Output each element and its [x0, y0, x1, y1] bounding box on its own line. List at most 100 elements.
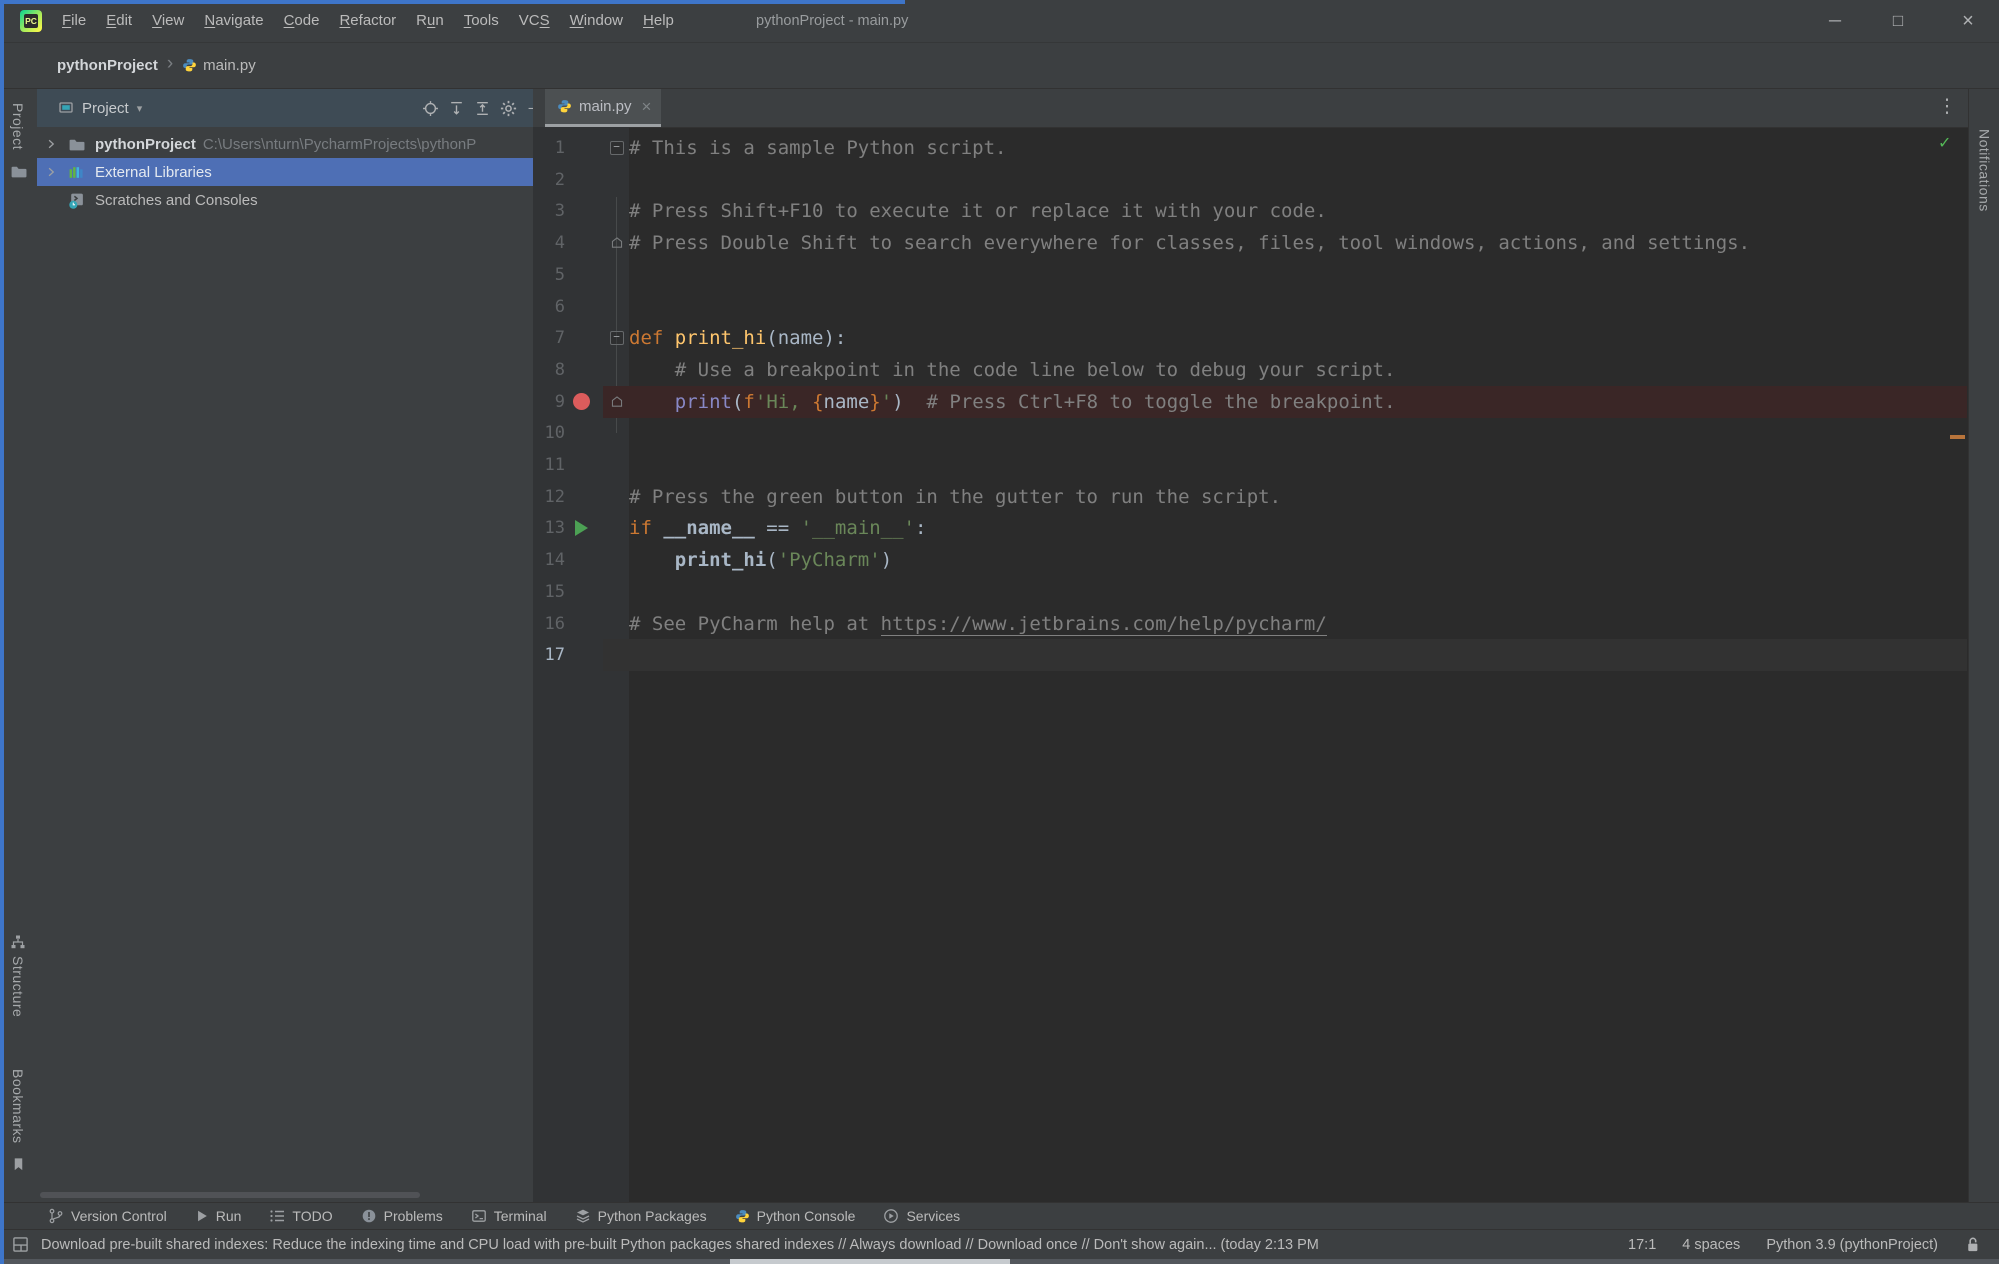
- python-file-icon: [182, 58, 197, 73]
- chevron-right-icon[interactable]: [45, 166, 59, 178]
- libraries-icon: [68, 164, 86, 181]
- code-line-17[interactable]: 17: [533, 639, 1967, 671]
- toolbar-item-label: Problems: [384, 1208, 443, 1224]
- code-line-5[interactable]: 5: [533, 259, 1967, 291]
- project-tree: pythonProjectC:\Users\nturn\PycharmProje…: [37, 130, 533, 214]
- breadcrumb-file[interactable]: main.py: [182, 57, 256, 74]
- line-number: 7: [533, 322, 565, 354]
- tool-stripe-bookmarks[interactable]: Bookmarks: [0, 1069, 36, 1172]
- code-text: # Press Shift+F10 to execute it or repla…: [629, 195, 1327, 227]
- menu-window[interactable]: Window: [560, 0, 633, 42]
- menu-help[interactable]: Help: [633, 0, 684, 42]
- code-line-8[interactable]: 8 # Use a breakpoint in the code line be…: [533, 354, 1967, 386]
- toolbar-services[interactable]: Services: [883, 1208, 960, 1224]
- tab-close-icon[interactable]: ×: [642, 97, 652, 117]
- code-text: # This is a sample Python script.: [629, 132, 1007, 164]
- fold-collapse-icon[interactable]: −: [608, 132, 625, 164]
- scrollbar-breakpoint-mark[interactable]: [1950, 435, 1965, 439]
- line-number: 6: [533, 291, 565, 323]
- code-text: # Press the green button in the gutter t…: [629, 481, 1281, 513]
- code-line-7[interactable]: 7−def print_hi(name):: [533, 322, 1967, 354]
- toolbar-item-label: Version Control: [71, 1208, 167, 1224]
- line-number: 5: [533, 259, 565, 291]
- code-line-9[interactable]: 9 print(f'Hi, {name}') # Press Ctrl+F8 t…: [533, 386, 1967, 418]
- code-line-4[interactable]: 4# Press Double Shift to search everywhe…: [533, 227, 1967, 259]
- code-text: # Press Double Shift to search everywher…: [629, 227, 1750, 259]
- toolbar-run[interactable]: Run: [195, 1208, 242, 1224]
- menu-vcs[interactable]: VCS: [509, 0, 560, 42]
- toolbar-problems[interactable]: Problems: [361, 1208, 443, 1224]
- menu-view[interactable]: View: [142, 0, 194, 42]
- bookmark-icon: [0, 1157, 36, 1172]
- breadcrumb-project[interactable]: pythonProject: [57, 57, 158, 74]
- toolbar-todo[interactable]: TODO: [269, 1208, 332, 1224]
- locate-file-icon[interactable]: [417, 95, 443, 121]
- indent-setting[interactable]: 4 spaces: [1682, 1237, 1740, 1253]
- menu-navigate[interactable]: Navigate: [194, 0, 273, 42]
- status-message[interactable]: Download pre-built shared indexes: Reduc…: [41, 1237, 1319, 1253]
- tool-stripe-project[interactable]: Project: [0, 103, 36, 180]
- minimize-button[interactable]: ─: [1812, 0, 1858, 42]
- tree-item-scratches-and-consoles[interactable]: Scratches and Consoles: [37, 186, 533, 214]
- tree-item-label: pythonProject: [95, 136, 196, 153]
- fold-collapse-icon[interactable]: −: [608, 322, 625, 354]
- menu-edit[interactable]: Edit: [96, 0, 142, 42]
- menu-file[interactable]: File: [52, 0, 96, 42]
- code-line-3[interactable]: 3# Press Shift+F10 to execute it or repl…: [533, 195, 1967, 227]
- menu-code[interactable]: Code: [274, 0, 330, 42]
- close-button[interactable]: ×: [1937, 0, 1999, 42]
- lock-icon[interactable]: [1964, 1236, 1981, 1253]
- code-line-10[interactable]: 10: [533, 417, 1967, 449]
- line-number: 2: [533, 164, 565, 196]
- toolbar-python-console[interactable]: Python Console: [735, 1208, 856, 1224]
- code-line-11[interactable]: 11: [533, 449, 1967, 481]
- breakpoint-icon[interactable]: [571, 386, 591, 418]
- chevron-down-icon: ▾: [137, 102, 143, 115]
- maximize-button[interactable]: □: [1875, 0, 1921, 42]
- pyconsole-icon: [735, 1209, 750, 1224]
- collapse-all-icon[interactable]: [469, 95, 495, 121]
- services-icon: [883, 1208, 899, 1224]
- panel-header-actions: ─: [417, 95, 547, 121]
- panel-settings-gear-icon[interactable]: [495, 95, 521, 121]
- tool-stripe-notifications[interactable]: Notifications: [1977, 129, 1993, 212]
- code-line-1[interactable]: 1 −# This is a sample Python script.: [533, 132, 1967, 164]
- code-line-15[interactable]: 15: [533, 576, 1967, 608]
- fold-end-icon[interactable]: [608, 386, 625, 418]
- code-line-16[interactable]: 16# See PyCharm help at https://www.jetb…: [533, 608, 1967, 640]
- code-text: print(f'Hi, {name}') # Press Ctrl+F8 to …: [629, 386, 1396, 418]
- menu-run[interactable]: Run: [406, 0, 454, 42]
- tool-window-switcher-icon[interactable]: [12, 1236, 29, 1253]
- toolbar-terminal[interactable]: Terminal: [471, 1208, 547, 1224]
- toolbar-python-packages[interactable]: Python Packages: [575, 1208, 707, 1224]
- code-line-14[interactable]: 14 print_hi('PyCharm'): [533, 544, 1967, 576]
- desktop-edge: [0, 1259, 1999, 1264]
- problems-icon: [361, 1208, 377, 1224]
- tab-main-py[interactable]: main.py ×: [545, 89, 661, 127]
- toolbar-version-control[interactable]: Version Control: [48, 1208, 167, 1224]
- code-line-12[interactable]: 12# Press the green button in the gutter…: [533, 481, 1967, 513]
- chevron-right-icon[interactable]: [45, 138, 59, 150]
- navigation-bar: pythonProject › main.py ▾ main ▾: [0, 43, 1999, 89]
- menu-refactor[interactable]: Refactor: [329, 0, 406, 42]
- line-number: 1: [533, 132, 565, 164]
- python-interpreter[interactable]: Python 3.9 (pythonProject): [1766, 1237, 1938, 1253]
- menu-tools[interactable]: Tools: [454, 0, 509, 42]
- code-line-13[interactable]: 13if __name__ == '__main__':: [533, 512, 1967, 544]
- toolbar-item-label: Terminal: [494, 1208, 547, 1224]
- code-line-6[interactable]: 6: [533, 291, 1967, 323]
- code-editor[interactable]: 1−# This is a sample Python script.23# P…: [533, 127, 1968, 1202]
- run-line-icon[interactable]: [571, 512, 591, 544]
- tool-stripe-structure[interactable]: Structure: [0, 934, 36, 1022]
- tab-options-icon[interactable]: ⋮: [1935, 95, 1959, 118]
- fold-end-icon[interactable]: [608, 227, 625, 259]
- tree-item-external-libraries[interactable]: External Libraries: [37, 158, 533, 186]
- run-icon: [195, 1209, 209, 1223]
- caret-position[interactable]: 17:1: [1628, 1237, 1656, 1253]
- code-line-2[interactable]: 2: [533, 164, 1967, 196]
- project-panel-title[interactable]: Project ▾: [58, 100, 142, 117]
- panel-horizontal-scrollbar[interactable]: [40, 1192, 420, 1198]
- expand-all-icon[interactable]: [443, 95, 469, 121]
- packages-icon: [575, 1208, 591, 1224]
- tree-item-pythonproject[interactable]: pythonProjectC:\Users\nturn\PycharmProje…: [37, 130, 533, 158]
